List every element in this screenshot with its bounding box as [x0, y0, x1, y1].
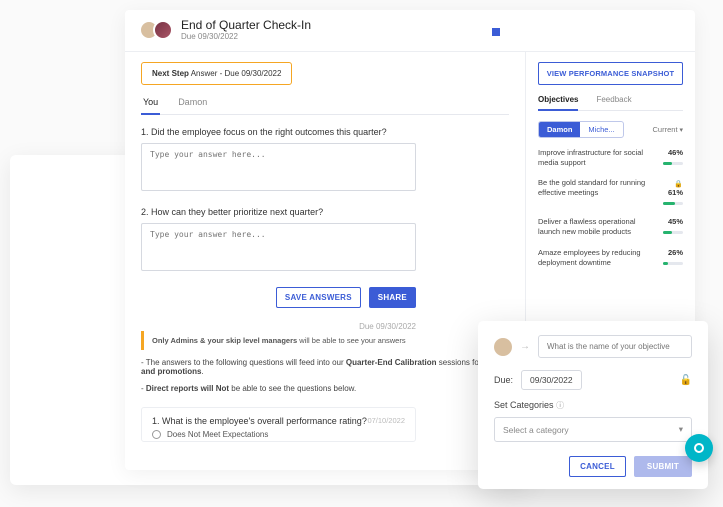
- radio-icon: [152, 430, 161, 439]
- help-icon[interactable]: ⓘ: [556, 401, 564, 410]
- page-title: End of Quarter Check-In: [181, 18, 311, 32]
- due-label: Due:: [494, 375, 513, 385]
- admin-note-rest: will be able to see your answers: [297, 336, 405, 345]
- due-date: Due 09/30/2022: [181, 32, 311, 41]
- lock-icon: 🔒: [674, 181, 683, 188]
- tab-you[interactable]: You: [141, 93, 160, 115]
- cancel-button[interactable]: CANCEL: [569, 456, 626, 477]
- set-categories-label: Set Categories ⓘ: [494, 400, 692, 411]
- answer-actions: SAVE ANSWERS SHARE: [141, 287, 416, 308]
- chevron-down-icon: ▾: [679, 424, 683, 435]
- admin-due-date: Due 09/30/2022: [359, 322, 416, 331]
- main-column: Next Step Answer - Due 09/30/2022 You Da…: [125, 52, 525, 470]
- select-placeholder: Select a category: [503, 425, 569, 435]
- objective-progress: 46%: [653, 148, 683, 167]
- objective-text: Improve infrastructure for social media …: [538, 148, 647, 168]
- question-2: 2. How can they better prioritize next q…: [141, 207, 509, 217]
- next-step-callout: Next Step Answer - Due 09/30/2022: [141, 62, 292, 85]
- progress-bar: [663, 231, 683, 234]
- due-date-input[interactable]: 09/30/2022: [521, 370, 582, 390]
- share-button[interactable]: SHARE: [369, 287, 416, 308]
- title-block: End of Quarter Check-In Due 09/30/2022: [181, 18, 311, 41]
- objective-percent: 45%: [653, 217, 683, 226]
- progress-bar: [663, 202, 683, 205]
- avatar: [494, 338, 512, 356]
- category-select[interactable]: Select a category ▾: [494, 417, 692, 442]
- sidebar-tabs: Objectives Feedback: [538, 95, 683, 111]
- chip-damon[interactable]: Damon: [539, 122, 580, 137]
- progress-bar: [663, 262, 683, 265]
- admin-visibility-note: Only Admins & your skip level managers w…: [141, 331, 414, 350]
- progress-bar: [663, 162, 683, 165]
- objective-text: Be the gold standard for running effecti…: [538, 178, 647, 198]
- rating-date: 07/10/2022: [367, 416, 405, 425]
- objective-percent: 46%: [653, 148, 683, 157]
- circle-icon: [694, 443, 704, 453]
- tab-feedback[interactable]: Feedback: [596, 95, 631, 110]
- rating-option-1[interactable]: Does Not Meet Expectations: [152, 430, 405, 439]
- help-fab[interactable]: [685, 434, 713, 462]
- rating-question-box: 07/10/2022 1. What is the employee's ove…: [141, 407, 416, 442]
- objective-row[interactable]: Amaze employees by reducing deployment d…: [538, 248, 683, 268]
- objective-text: Deliver a flawless operational launch ne…: [538, 217, 647, 237]
- panel-header: End of Quarter Check-In Due 09/30/2022: [125, 10, 695, 52]
- admin-note-bold: Only Admins & your skip level managers: [152, 336, 297, 345]
- popover-row-name: →: [494, 335, 692, 358]
- popover-actions: CANCEL SUBMIT: [494, 456, 692, 477]
- new-objective-popover: → Due: 09/30/2022 🔓 Set Categories ⓘ Sel…: [478, 321, 708, 489]
- objective-progress: 🔒61%: [653, 178, 683, 207]
- next-step-label: Next Step: [152, 69, 189, 78]
- person-chips: Damon Miche...: [538, 121, 624, 138]
- unlock-icon[interactable]: 🔓: [680, 375, 692, 386]
- period-dropdown[interactable]: Current: [653, 125, 683, 134]
- answer-1-input[interactable]: [141, 143, 416, 191]
- objective-text: Amaze employees by reducing deployment d…: [538, 248, 647, 268]
- popover-row-due: Due: 09/30/2022 🔓: [494, 370, 692, 390]
- save-answers-button[interactable]: SAVE ANSWERS: [276, 287, 361, 308]
- answer-2-input[interactable]: [141, 223, 416, 271]
- rating-option-label: Does Not Meet Expectations: [167, 430, 268, 439]
- participant-avatars: [139, 20, 173, 40]
- person-filter-row: Damon Miche... Current: [538, 121, 683, 138]
- tab-objectives[interactable]: Objectives: [538, 95, 578, 111]
- author-tabs: You Damon: [141, 93, 509, 115]
- question-1: 1. Did the employee focus on the right o…: [141, 127, 509, 137]
- next-step-text: Answer - Due 09/30/2022: [191, 69, 282, 78]
- view-snapshot-button[interactable]: VIEW PERFORMANCE SNAPSHOT: [538, 62, 683, 85]
- objective-row[interactable]: Deliver a flawless operational launch ne…: [538, 217, 683, 237]
- flag-icon[interactable]: [492, 28, 500, 36]
- tab-damon[interactable]: Damon: [176, 93, 209, 114]
- objective-percent: 61%: [653, 188, 683, 197]
- submit-button[interactable]: SUBMIT: [634, 456, 692, 477]
- visibility-note: - Direct reports will Not be able to see…: [141, 384, 509, 393]
- objective-progress: 45%: [653, 217, 683, 236]
- calibration-note: - The answers to the following questions…: [141, 358, 509, 376]
- objective-percent: 26%: [653, 248, 683, 257]
- objectives-list: Improve infrastructure for social media …: [538, 148, 683, 268]
- objective-name-input[interactable]: [538, 335, 692, 358]
- chip-miche[interactable]: Miche...: [580, 122, 622, 137]
- arrow-right-icon: →: [520, 341, 530, 352]
- objective-row[interactable]: Be the gold standard for running effecti…: [538, 178, 683, 207]
- avatar: [153, 20, 173, 40]
- objective-progress: 26%: [653, 248, 683, 267]
- objective-row[interactable]: Improve infrastructure for social media …: [538, 148, 683, 168]
